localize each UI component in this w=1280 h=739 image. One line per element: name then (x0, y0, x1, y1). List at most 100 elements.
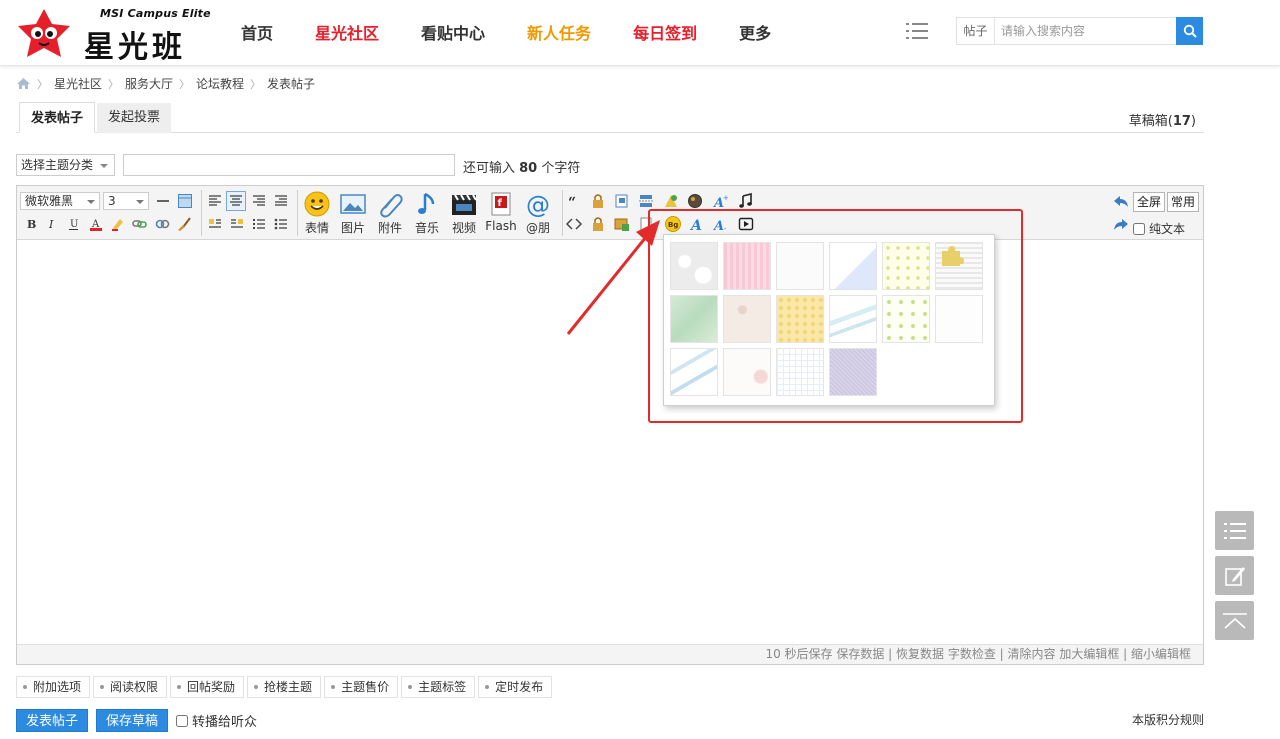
site-logo[interactable]: MSI Campus Elite 星光班 (14, 4, 214, 65)
clear-format-icon[interactable] (176, 216, 192, 232)
align-center-active[interactable] (226, 191, 246, 211)
breadcrumb-community[interactable]: 星光社区 (54, 75, 102, 92)
attachment-button[interactable]: 附件 (372, 190, 408, 236)
nav-community[interactable]: 星光社区 (315, 20, 379, 44)
page-icon[interactable] (614, 193, 630, 209)
video-button[interactable]: 视频 (446, 190, 482, 236)
drafts-link[interactable]: 草稿箱(17) (1129, 110, 1196, 129)
nav-home[interactable]: 首页 (241, 20, 273, 44)
option-tags[interactable]: 主题标签 (401, 676, 476, 698)
nav-daily-checkin[interactable]: 每日签到 (633, 20, 697, 44)
table-icon[interactable] (177, 193, 193, 209)
chevron-down-icon (100, 164, 108, 168)
music-label: 音乐 (414, 221, 439, 235)
svg-text:“: “ (568, 195, 576, 209)
italic-icon[interactable]: I (44, 216, 60, 232)
image-button[interactable]: 图片 (335, 190, 371, 236)
search-button[interactable] (1176, 17, 1203, 45)
nav-more[interactable]: 更多 (739, 20, 771, 44)
align-left-icon[interactable] (207, 193, 223, 209)
font-family-select[interactable]: 微软雅黑 (20, 192, 100, 210)
bullet-icon (408, 685, 413, 689)
option-scheduled[interactable]: 定时发布 (478, 676, 553, 698)
save-draft-button[interactable]: 保存草稿 (96, 709, 169, 732)
option-reply-reward[interactable]: 回帖奖励 (170, 676, 245, 698)
audio-icon[interactable] (738, 193, 754, 209)
undo-icon[interactable] (1112, 194, 1130, 210)
redo-icon[interactable] (1112, 217, 1130, 233)
topic-category-value: 选择主题分类 (21, 158, 94, 172)
title-input[interactable] (123, 154, 455, 176)
font-size-up-icon[interactable]: A+ (713, 193, 729, 209)
remaining-chars: 还可输入 80 个字符 (463, 157, 580, 176)
underline-icon[interactable]: U (66, 216, 82, 232)
page-break-icon[interactable] (638, 193, 654, 209)
breadcrumb-tutorial[interactable]: 论坛教程 (196, 75, 244, 92)
chevron-down-icon (136, 200, 144, 204)
breadcrumb-separator: 〉 (37, 77, 48, 91)
plain-text-checkbox[interactable] (1133, 222, 1145, 235)
toolbar-divider (201, 190, 202, 236)
drafts-close: ) (1190, 114, 1196, 129)
submit-row: 发表帖子 保存草稿 转播给听众 (16, 709, 257, 732)
nav-newbie-task[interactable]: 新人任务 (527, 20, 591, 44)
flash-icon: f (491, 192, 511, 216)
smiley-icon (304, 191, 330, 217)
float-right-icon[interactable] (229, 216, 245, 232)
option-rush-floor[interactable]: 抢楼主题 (247, 676, 322, 698)
option-read-permission[interactable]: 阅读权限 (93, 676, 168, 698)
fullscreen-button[interactable]: 全屏 (1133, 192, 1166, 212)
bold-icon[interactable]: B (23, 216, 39, 232)
align-justify-icon[interactable] (273, 193, 289, 209)
toolbar-divider (297, 190, 298, 236)
home-icon[interactable] (16, 77, 31, 90)
float-list-button[interactable] (1215, 511, 1254, 550)
mention-button[interactable]: @ @朋 (520, 190, 556, 236)
float-edit-button[interactable] (1215, 556, 1254, 595)
tab-post[interactable]: 发表帖子 (19, 102, 96, 133)
horizontal-rule-icon[interactable] (155, 193, 171, 209)
font-size-select[interactable]: 3 (103, 192, 149, 210)
globe-icon[interactable] (687, 193, 703, 209)
free-space-icon[interactable] (663, 193, 679, 209)
bullet-icon (23, 685, 27, 689)
broadcast-checkbox[interactable] (176, 714, 189, 727)
ordered-list-icon[interactable] (251, 216, 267, 232)
emoji-button[interactable]: 表情 (299, 190, 335, 236)
music-button[interactable]: 音乐 (409, 190, 445, 236)
list-menu-icon[interactable] (906, 22, 928, 40)
svg-text:I: I (48, 218, 54, 231)
main-nav: 首页 星光社区 看贴中心 新人任务 每日签到 更多 (241, 20, 813, 44)
tab-poll[interactable]: 发起投票 (97, 103, 172, 133)
background-color-icon[interactable] (110, 216, 126, 232)
search-type-select[interactable]: 帖子 (957, 18, 995, 44)
editor-statusbar[interactable]: 10 秒后保存 保存数据 | 恢复数据 字数检查 | 清除内容 加大编辑框 | … (17, 644, 1203, 664)
broadcast-toggle[interactable]: 转播给听众 (176, 711, 257, 730)
font-color-icon[interactable]: A (88, 216, 104, 232)
link-icon[interactable] (132, 216, 148, 232)
option-price[interactable]: 主题售价 (324, 676, 399, 698)
search-input[interactable] (997, 18, 1177, 44)
hide-content-icon[interactable] (590, 193, 606, 209)
breadcrumb-separator: 〉 (179, 77, 191, 91)
svg-text:B: B (27, 218, 36, 231)
quote-icon[interactable]: “ (566, 193, 582, 209)
image-icon (340, 194, 366, 214)
bullet-icon (485, 685, 490, 689)
unlink-icon[interactable] (154, 216, 170, 232)
unordered-list-icon[interactable] (273, 216, 289, 232)
common-button[interactable]: 常用 (1167, 192, 1200, 212)
flash-button[interactable]: f Flash (483, 190, 519, 233)
back-to-top-button[interactable] (1215, 601, 1254, 640)
align-right-icon[interactable] (251, 193, 267, 209)
bullet-icon (100, 685, 105, 689)
topic-category-select[interactable]: 选择主题分类 (16, 154, 115, 176)
submit-post-button[interactable]: 发表帖子 (16, 709, 89, 732)
plain-text-toggle[interactable]: 纯文本 (1133, 220, 1185, 237)
breadcrumb-service-hall[interactable]: 服务大厅 (125, 75, 173, 92)
option-price-label: 主题售价 (341, 680, 390, 694)
float-left-icon[interactable] (207, 216, 223, 232)
option-extra[interactable]: 附加选项 (16, 676, 91, 698)
nav-view-center[interactable]: 看贴中心 (421, 20, 485, 44)
credit-rules-link[interactable]: 本版积分规则 (1132, 711, 1204, 728)
